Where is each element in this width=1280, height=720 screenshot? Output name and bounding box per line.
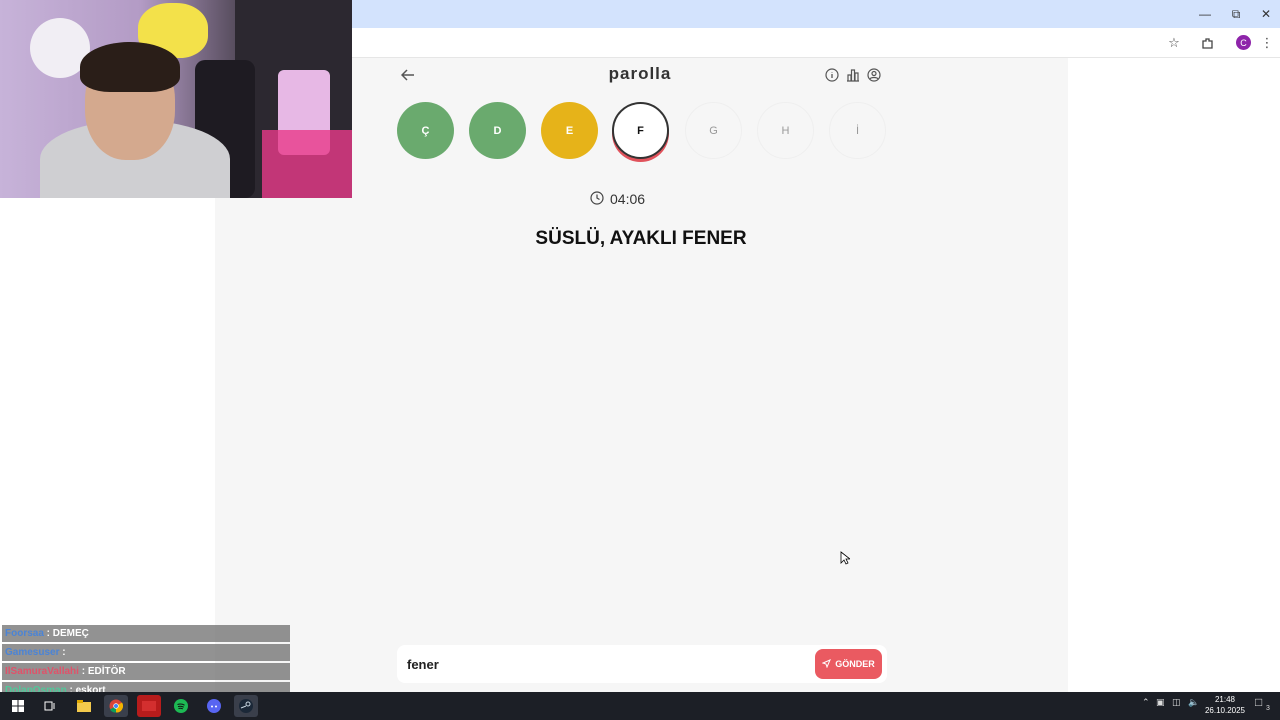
stream-chat: Foorsaa : DEMEÇ Gamesuser : IlSamuraVall… <box>0 625 290 699</box>
send-button[interactable]: GÖNDER <box>815 649 882 679</box>
info-icon[interactable] <box>824 67 839 82</box>
letter-circle-f: F <box>612 102 669 159</box>
chrome-icon[interactable] <box>104 695 128 717</box>
app-title: parolla <box>608 64 672 83</box>
profile-icon[interactable] <box>866 67 881 82</box>
tray-chevron-icon[interactable]: ⌃ <box>1142 697 1150 708</box>
app-icon[interactable] <box>137 695 161 717</box>
notification-count: 3 <box>1266 705 1270 712</box>
mouse-cursor-icon <box>840 551 850 565</box>
answer-input[interactable] <box>407 655 807 673</box>
profile-avatar[interactable]: C <box>1236 35 1251 50</box>
letter-circle-e: E <box>541 102 598 159</box>
letter-progress: Ç D E F G H İ <box>397 102 897 162</box>
stats-icon[interactable] <box>845 67 860 82</box>
tray-app-icon[interactable]: ▣ <box>1156 697 1165 708</box>
letter-circle-i-dot: İ <box>829 102 886 159</box>
minimize-icon[interactable]: — <box>1191 4 1219 24</box>
bookmark-star-icon[interactable]: ☆ <box>1165 34 1183 52</box>
clock-icon <box>590 190 604 208</box>
letter-circle-h: H <box>757 102 814 159</box>
browser-menu-icon[interactable]: ⋮ <box>1258 34 1276 52</box>
send-icon <box>821 658 832 670</box>
app-header: parolla <box>390 60 890 90</box>
extensions-icon[interactable] <box>1198 34 1216 52</box>
chat-message: Gamesuser : <box>2 644 290 661</box>
webcam-overlay <box>0 0 352 198</box>
clue-text: SÜSLÜ, AYAKLI FENER <box>535 228 747 249</box>
letter-circle-c-cedilla: Ç <box>397 102 454 159</box>
windows-start-icon[interactable] <box>6 695 30 717</box>
network-icon[interactable]: ◫ <box>1172 697 1181 708</box>
letter-circle-g: G <box>685 102 742 159</box>
discord-icon[interactable] <box>202 695 226 717</box>
close-icon[interactable]: ✕ <box>1252 4 1280 24</box>
letter-circle-d: D <box>469 102 526 159</box>
task-view-icon[interactable] <box>38 695 62 717</box>
answer-form: GÖNDER <box>397 645 887 683</box>
send-label: GÖNDER <box>835 659 875 669</box>
screen: — ⧉ ✕ ☆ C ⋮ parolla Ç D E F G H İ 04:06 … <box>0 0 1280 720</box>
file-explorer-icon[interactable] <box>72 695 96 717</box>
windows-taskbar: ⌃ ▣ ◫ 🔈 21:48 26.10.2025 □ 3 <box>0 692 1280 720</box>
volume-icon[interactable]: 🔈 <box>1188 697 1199 708</box>
timer-value: 04:06 <box>610 191 646 207</box>
taskbar-clock[interactable]: 21:48 26.10.2025 <box>1202 694 1248 716</box>
notification-center-icon[interactable]: □ <box>1255 695 1262 709</box>
countdown-timer: 04:06 <box>590 190 700 208</box>
steam-icon[interactable] <box>234 695 258 717</box>
chat-message: Foorsaa : DEMEÇ <box>2 625 290 642</box>
spotify-icon[interactable] <box>169 695 193 717</box>
restore-icon[interactable]: ⧉ <box>1222 4 1250 24</box>
chat-message: IlSamuraVallahi : EDİTÖR <box>2 663 290 680</box>
